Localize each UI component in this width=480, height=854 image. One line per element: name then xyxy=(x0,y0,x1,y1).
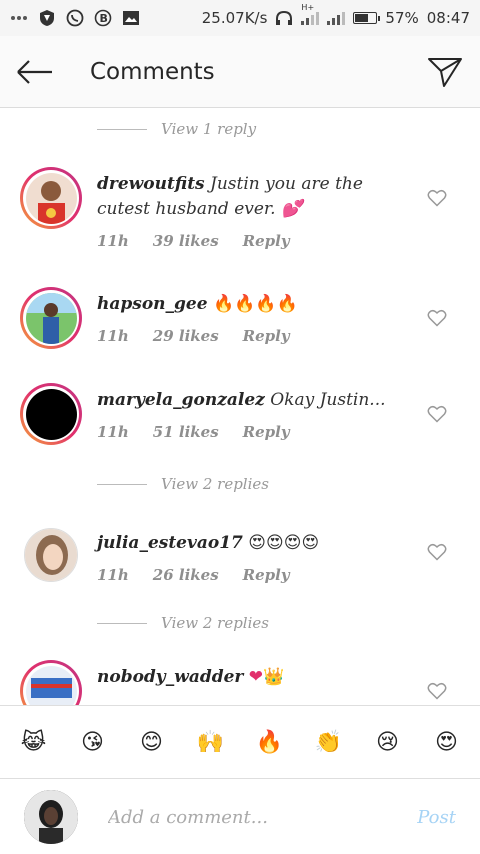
avatar-photo xyxy=(24,790,78,844)
more-dots-icon xyxy=(10,9,28,27)
like-heart-icon[interactable] xyxy=(427,404,447,424)
network-type: H+ xyxy=(301,3,315,12)
avatar[interactable] xyxy=(20,660,82,705)
vpn-shield-icon xyxy=(38,9,56,27)
avatar[interactable] xyxy=(20,287,82,349)
comment-text: hapson_gee 🔥🔥🔥🔥 xyxy=(97,292,412,317)
comment-time: 11h xyxy=(97,327,129,345)
avatar[interactable] xyxy=(20,383,82,445)
reply-button[interactable]: Reply xyxy=(243,423,290,441)
comment-username[interactable]: maryela_gonzalez xyxy=(97,390,265,410)
avatar-photo xyxy=(25,172,77,224)
comment-username[interactable]: julia_estevao17 xyxy=(97,533,243,553)
clock: 08:47 xyxy=(426,9,470,27)
reply-button[interactable]: Reply xyxy=(243,232,290,250)
view-replies-label: View 1 reply xyxy=(161,120,257,138)
emoji-clap-button[interactable]: 👏 xyxy=(308,721,350,763)
comment-time: 11h xyxy=(97,232,129,250)
emoji-grinning-cat-button[interactable]: 😹 xyxy=(13,721,55,763)
comment-text: maryela_gonzalez Okay Justin... xyxy=(97,388,412,413)
comment-message: ❤👑 xyxy=(248,667,285,687)
comment-time: 11h xyxy=(97,566,129,584)
avatar-photo xyxy=(25,292,77,344)
view-replies-link[interactable]: View 2 replies xyxy=(97,475,269,493)
avatar[interactable] xyxy=(24,528,78,582)
avatar-photo xyxy=(25,665,77,705)
comment-likes[interactable]: 51 likes xyxy=(153,423,219,441)
comment-meta: 11h 26 likes Reply xyxy=(97,566,314,584)
emoji-raised-hands-button[interactable]: 🙌 xyxy=(190,721,232,763)
comment-text: nobody_wadder ❤👑 xyxy=(97,665,412,690)
like-heart-icon[interactable] xyxy=(427,681,447,701)
battery-percent: 57% xyxy=(385,9,419,27)
comment-message: 🔥🔥🔥🔥 xyxy=(212,294,298,314)
post-button[interactable]: Post xyxy=(417,807,456,828)
comment-text: drewoutfits Justin you are the cutest hu… xyxy=(97,172,412,222)
emoji-fire-button[interactable]: 🔥 xyxy=(249,721,291,763)
comment-likes[interactable]: 29 likes xyxy=(153,327,219,345)
page-title: Comments xyxy=(90,58,215,85)
emoji-kiss-button[interactable]: 😘 xyxy=(72,721,114,763)
send-paper-plane-icon xyxy=(428,57,462,87)
comment-time: 11h xyxy=(97,423,129,441)
my-avatar xyxy=(24,790,78,844)
headphones-icon xyxy=(275,9,293,27)
comment-composer: Post xyxy=(0,780,480,854)
view-replies-link[interactable]: View 1 reply xyxy=(97,120,256,138)
comment-username[interactable]: hapson_gee xyxy=(97,294,208,314)
comment-likes[interactable]: 26 likes xyxy=(153,566,219,584)
like-heart-icon[interactable] xyxy=(427,308,447,328)
like-heart-icon[interactable] xyxy=(427,542,447,562)
bitcoin-icon: B xyxy=(94,9,112,27)
reply-button[interactable]: Reply xyxy=(243,327,290,345)
comment-input[interactable] xyxy=(108,806,398,828)
whatsapp-icon xyxy=(66,9,84,27)
comment-username[interactable]: drewoutfits xyxy=(97,174,205,194)
mobile-signal-2 xyxy=(327,11,346,25)
view-replies-label: View 2 replies xyxy=(161,614,269,632)
divider-line xyxy=(97,483,147,485)
status-bar: B 25.07K/s H+ 57% 08:47 xyxy=(0,0,480,36)
comment-meta: 11h 39 likes Reply xyxy=(97,232,314,250)
avatar-photo xyxy=(25,529,77,581)
reply-button[interactable]: Reply xyxy=(243,566,290,584)
comments-list[interactable]: View 1 reply drewoutfits Justin you are … xyxy=(0,109,480,705)
share-button[interactable] xyxy=(410,36,480,108)
gallery-icon xyxy=(122,9,140,27)
view-replies-label: View 2 replies xyxy=(161,475,269,493)
comments-header: Comments xyxy=(0,36,480,108)
like-heart-icon[interactable] xyxy=(427,188,447,208)
comment-meta: 11h 29 likes Reply xyxy=(97,327,314,345)
divider-line xyxy=(97,622,147,624)
comment-text: julia_estevao17 😍😍😍😍 xyxy=(97,531,412,556)
comment-message: 😍😍😍😍 xyxy=(248,533,320,553)
avatar-photo xyxy=(25,388,77,440)
battery-icon xyxy=(353,12,381,24)
network-speed: 25.07K/s xyxy=(201,9,268,27)
emoji-quick-bar: 😹 😘 😊 🙌 🔥 👏 😢 😍 xyxy=(0,705,480,779)
comment-message: Okay Justin... xyxy=(270,390,386,410)
comment-likes[interactable]: 39 likes xyxy=(153,232,219,250)
emoji-heart-eyes-button[interactable]: 😍 xyxy=(426,721,468,763)
mobile-signal-1: H+ xyxy=(301,3,320,25)
avatar[interactable] xyxy=(20,167,82,229)
emoji-smile-button[interactable]: 😊 xyxy=(131,721,173,763)
back-arrow-icon xyxy=(17,59,52,84)
comment-meta: 11h 51 likes Reply xyxy=(97,423,314,441)
comment-username[interactable]: nobody_wadder xyxy=(97,667,243,687)
divider-line xyxy=(97,128,147,130)
view-replies-link[interactable]: View 2 replies xyxy=(97,614,269,632)
back-button[interactable] xyxy=(0,36,70,108)
svg-text:B: B xyxy=(100,12,108,25)
emoji-sad-button[interactable]: 😢 xyxy=(367,721,409,763)
